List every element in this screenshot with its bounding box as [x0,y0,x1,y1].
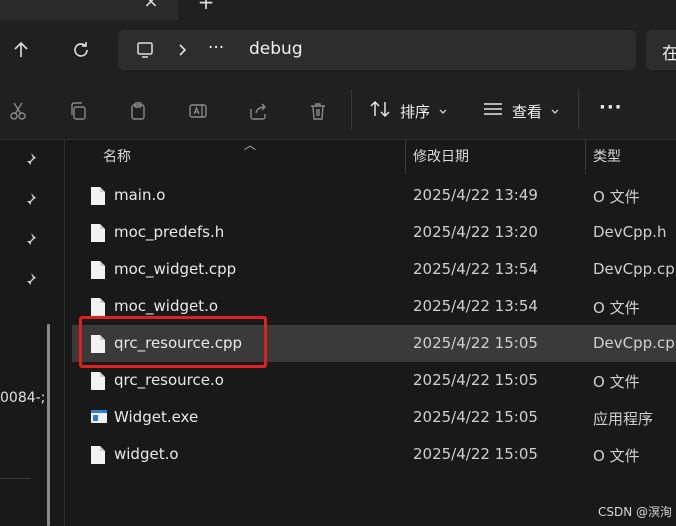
file-row[interactable]: Widget.exe 2025/4/22 15:05 应用程序 [66,399,676,436]
paste-icon[interactable] [125,98,151,124]
sort-icon [370,99,392,123]
file-row[interactable]: moc_widget.cpp 2025/4/22 13:54 DevCpp.cp… [66,251,676,288]
file-name: moc_predefs.h [114,223,225,241]
delete-icon[interactable] [305,98,331,124]
file-date: 2025/4/22 15:05 [413,408,538,426]
file-name: moc_widget.o [114,297,219,315]
toolbar-divider [351,90,352,130]
nav-item-label[interactable]: 0084-; [0,390,45,406]
column-header-date[interactable]: 修改日期 [413,146,469,166]
file-icon [90,297,106,317]
file-icon [90,223,106,243]
highlight-box [79,316,267,368]
pin-icon[interactable] [22,151,38,167]
file-name: widget.o [114,445,179,463]
file-type: DevCpp.cpp [593,260,676,278]
file-date: 2025/4/22 13:20 [413,223,538,241]
sort-button[interactable]: 排序 [370,99,448,123]
file-type: DevCpp.cpp [593,334,676,352]
file-date: 2025/4/22 13:49 [413,186,538,204]
chevron-right-icon[interactable] [176,40,190,60]
file-row[interactable]: widget.o 2025/4/22 15:05 O 文件 [66,436,676,473]
view-button[interactable]: 查看 [482,99,560,123]
search-placeholder: 在 [662,44,676,64]
tab-close-icon[interactable]: × [140,0,162,12]
nav-divider [0,478,30,479]
pin-icon[interactable] [22,271,38,287]
file-icon [90,445,106,465]
exe-icon [90,408,107,428]
path-ellipsis[interactable]: ··· [208,38,224,58]
pin-icon[interactable] [22,231,38,247]
command-bar [0,81,676,140]
sort-label: 排序 [400,102,431,121]
file-type: DevCpp.h [593,223,667,241]
file-name: main.o [114,186,166,204]
chevron-down-icon [438,102,448,120]
address-bar[interactable] [118,30,636,70]
copy-icon[interactable] [65,98,91,124]
file-date: 2025/4/22 15:05 [413,445,538,463]
file-type: O 文件 [593,299,640,317]
refresh-icon[interactable] [68,37,94,63]
nav-scrollbar[interactable] [47,324,50,526]
file-icon [90,371,106,391]
file-icon [90,186,106,206]
file-date: 2025/4/22 15:05 [413,371,538,389]
up-arrow-icon[interactable] [8,37,34,63]
watermark: CSDN @溟洵 [598,505,673,519]
more-options-icon[interactable]: ··· [599,97,623,118]
file-type: O 文件 [593,447,640,465]
view-label: 查看 [512,102,543,121]
file-date: 2025/4/22 15:05 [413,334,538,352]
file-name: qrc_resource.o [114,371,224,389]
file-icon [90,260,106,280]
column-divider[interactable] [585,140,586,174]
pin-icon[interactable] [22,191,38,207]
view-list-icon [482,99,504,123]
column-header-name[interactable]: 名称 [103,146,131,166]
file-name: moc_widget.cpp [114,260,237,278]
toolbar-divider [578,90,579,130]
column-divider[interactable] [405,140,406,174]
file-type: O 文件 [593,373,640,391]
path-segment[interactable]: debug [249,39,303,59]
rename-icon[interactable] [185,98,211,124]
computer-icon [135,40,155,60]
file-date: 2025/4/22 13:54 [413,260,538,278]
sort-ascending-icon: ︿ [244,138,257,152]
file-type: O 文件 [593,188,640,206]
cut-icon[interactable] [5,98,31,124]
new-tab-icon[interactable]: + [196,0,216,14]
file-date: 2025/4/22 13:54 [413,297,538,315]
file-row[interactable]: moc_predefs.h 2025/4/22 13:20 DevCpp.h [66,214,676,251]
column-header-type[interactable]: 类型 [593,146,621,166]
file-row[interactable]: main.o 2025/4/22 13:49 O 文件 [66,177,676,214]
chevron-down-icon [550,102,560,120]
file-type: 应用程序 [593,410,654,428]
share-icon[interactable] [245,98,271,124]
file-name: Widget.exe [114,408,199,426]
